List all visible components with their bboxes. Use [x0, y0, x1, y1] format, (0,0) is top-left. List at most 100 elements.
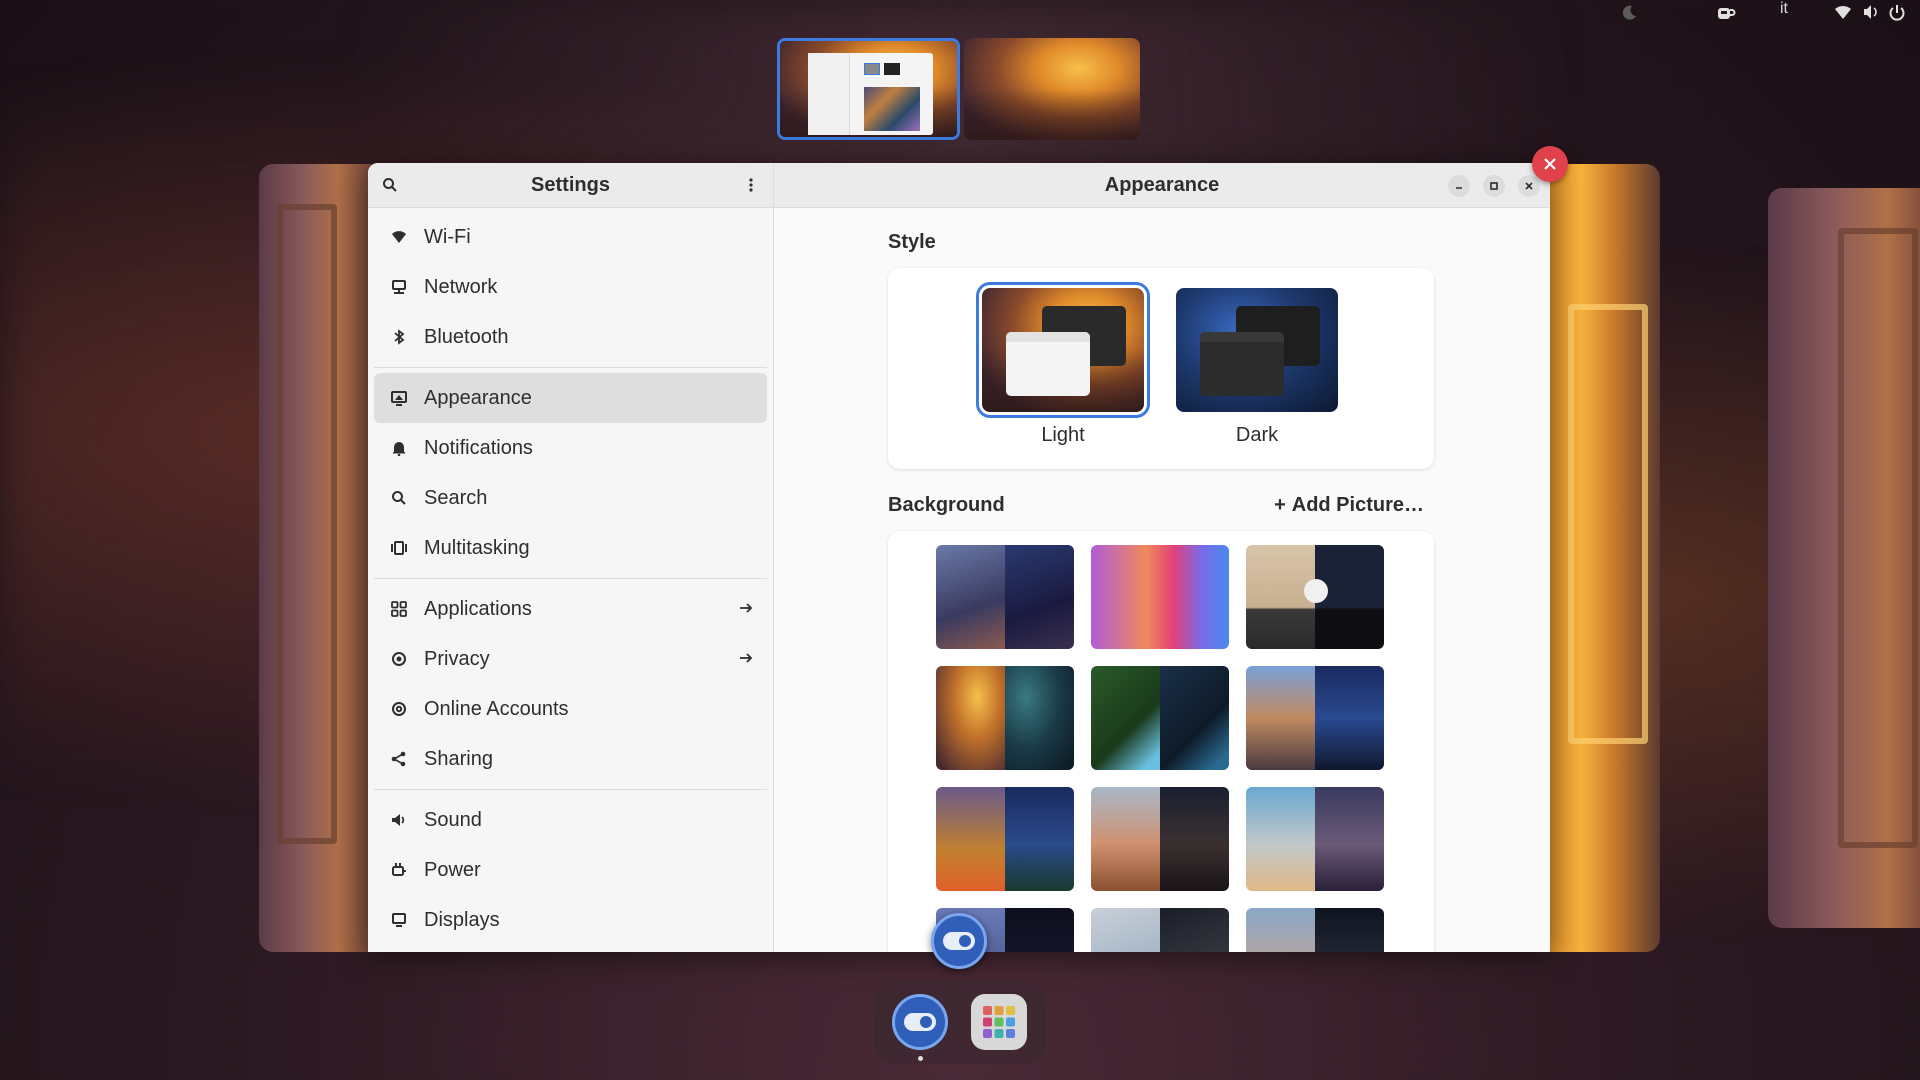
top-bar: it: [0, 0, 1920, 28]
content-header: Appearance: [774, 163, 1550, 208]
sidebar-item-privacy[interactable]: Privacy: [374, 634, 767, 684]
sidebar-separator: [374, 789, 767, 790]
bell-icon: [388, 437, 410, 459]
close-icon: [1544, 158, 1556, 170]
style-option-label: Dark: [1235, 424, 1279, 446]
sidebar-title: Settings: [531, 173, 610, 196]
sidebar-item-bluetooth[interactable]: Bluetooth: [374, 312, 767, 362]
settings-window: Settings Wi-Fi Network Bluetooth Appeara…: [368, 163, 1550, 952]
sidebar-item-label: Privacy: [424, 647, 490, 670]
wifi-icon[interactable]: [1834, 4, 1852, 20]
close-icon: [1525, 182, 1533, 190]
close-button[interactable]: [1518, 175, 1540, 197]
sidebar-item-sound[interactable]: Sound: [374, 795, 767, 845]
sidebar-header: Settings: [368, 163, 773, 208]
sidebar-item-search[interactable]: Search: [374, 473, 767, 523]
privacy-icon: [388, 648, 410, 670]
sidebar-item-network[interactable]: Network: [374, 262, 767, 312]
dash-show-apps[interactable]: [971, 994, 1027, 1050]
wallpaper-option[interactable]: [936, 787, 1074, 891]
coffee-icon[interactable]: [1716, 4, 1736, 22]
sidebar-item-wifi[interactable]: Wi-Fi: [374, 212, 767, 262]
moon-icon[interactable]: [1620, 4, 1638, 22]
maximize-icon: [1490, 182, 1498, 190]
style-option-light[interactable]: Light: [976, 282, 1150, 447]
dash: [874, 980, 1046, 1064]
sidebar-item-label: Sound: [424, 808, 482, 831]
wallpaper-option[interactable]: [1246, 666, 1384, 770]
page-title: Appearance: [1104, 173, 1220, 196]
background-card: [888, 531, 1434, 952]
display-icon: [388, 909, 410, 931]
arrow-right-icon: [739, 648, 753, 671]
minimize-icon: [1456, 187, 1462, 189]
minimize-button[interactable]: [1448, 175, 1470, 197]
add-picture-label: Add Picture…: [1291, 494, 1424, 516]
sidebar-item-power[interactable]: Power: [374, 845, 767, 895]
dash-settings-app[interactable]: [892, 994, 948, 1050]
sidebar-item-online-accounts[interactable]: Online Accounts: [374, 684, 767, 734]
shelf-decor: [1568, 304, 1648, 744]
sidebar-nav: Wi-Fi Network Bluetooth Appearance Notif…: [368, 208, 773, 949]
workspace-wallpaper: [964, 38, 1140, 140]
sidebar-separator: [374, 367, 767, 368]
sidebar-item-label: Bluetooth: [424, 325, 509, 348]
running-indicator: [918, 1056, 923, 1061]
door-decor: [277, 204, 337, 844]
style-section-label: Style: [888, 231, 936, 253]
wallpaper-option[interactable]: [1091, 666, 1229, 770]
bluetooth-icon: [388, 326, 410, 348]
wallpaper-option[interactable]: [1246, 787, 1384, 891]
sidebar-item-label: Wi-Fi: [424, 225, 471, 248]
wallpaper-option[interactable]: [1246, 908, 1384, 952]
sidebar-item-multitasking[interactable]: Multitasking: [374, 523, 767, 573]
workspace-window-preview: [808, 53, 933, 135]
style-card: Light Dark: [888, 268, 1434, 469]
wallpaper-option[interactable]: [936, 545, 1074, 649]
sidebar-separator: [374, 578, 767, 579]
sidebar-item-label: Search: [424, 486, 488, 509]
power-plug-icon: [388, 859, 410, 881]
appearance-icon: [388, 387, 410, 409]
volume-icon[interactable]: [1862, 4, 1880, 20]
window-preview-far-right: [1768, 188, 1920, 928]
sidebar-item-label: Power: [424, 858, 481, 881]
style-option-label: Light: [1041, 424, 1085, 446]
style-option-dark[interactable]: Dark: [1176, 288, 1338, 447]
wallpaper-option[interactable]: [1246, 545, 1384, 649]
sidebar-item-sharing[interactable]: Sharing: [374, 734, 767, 784]
multitasking-icon: [388, 537, 410, 559]
sidebar-item-notifications[interactable]: Notifications: [374, 423, 767, 473]
maximize-button[interactable]: [1483, 175, 1505, 197]
workspace-thumbnail-1[interactable]: [777, 38, 960, 140]
search-icon[interactable]: [380, 175, 400, 195]
dark-window-preview-front: [1200, 332, 1284, 396]
wallpaper-option[interactable]: [1091, 545, 1229, 649]
power-icon[interactable]: [1888, 4, 1906, 22]
background-section-label: Background: [888, 494, 1005, 516]
sidebar-item-applications[interactable]: Applications: [374, 584, 767, 634]
sidebar-item-displays[interactable]: Displays: [374, 895, 767, 945]
toggle-icon: [943, 932, 975, 950]
network-icon: [388, 276, 410, 298]
window-preview-left: [259, 164, 371, 952]
light-style-thumbnail: [976, 282, 1150, 418]
sidebar-item-label: Displays: [424, 908, 500, 931]
window-preview-right: [1548, 164, 1660, 952]
add-picture-button[interactable]: + Add Picture…: [1274, 494, 1424, 517]
sidebar-item-label: Sharing: [424, 747, 493, 770]
sidebar-item-appearance[interactable]: Appearance: [374, 373, 767, 423]
apps-grid-icon: [388, 598, 410, 620]
wallpaper-option[interactable]: [1091, 787, 1229, 891]
keyboard-layout[interactable]: it: [1780, 0, 1788, 18]
wifi-icon: [388, 226, 410, 248]
wallpaper-option[interactable]: [1091, 908, 1229, 952]
wallpaper-option[interactable]: [936, 666, 1074, 770]
apps-grid-icon: [983, 1006, 1015, 1038]
menu-icon[interactable]: [741, 175, 761, 195]
workspace-thumbnail-2[interactable]: [964, 38, 1140, 140]
overview-close-button[interactable]: [1532, 146, 1568, 182]
sidebar-item-label: Online Accounts: [424, 697, 569, 720]
sidebar-item-label: Notifications: [424, 436, 533, 459]
sidebar: Settings Wi-Fi Network Bluetooth Appeara…: [368, 163, 774, 952]
